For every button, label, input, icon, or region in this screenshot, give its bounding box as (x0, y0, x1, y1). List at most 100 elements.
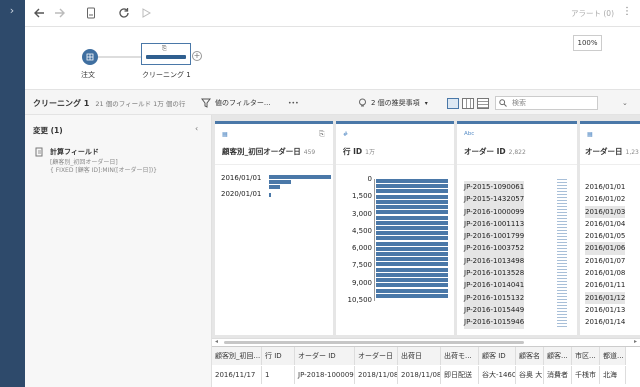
column-header[interactable]: オーダー ID (295, 347, 355, 365)
histogram-bar[interactable] (376, 262, 448, 267)
list-item[interactable]: 2016/01/14 (585, 316, 625, 328)
data-source-icon[interactable] (83, 5, 99, 21)
histogram-bar[interactable] (376, 272, 448, 277)
histogram-bar[interactable] (376, 225, 448, 230)
search-input[interactable]: 検索 (495, 96, 598, 110)
histogram-bar[interactable] (376, 246, 448, 251)
add-step-icon[interactable]: + (192, 51, 202, 61)
list-item[interactable]: 2016/01/13 (585, 304, 625, 316)
filter-values-button[interactable]: 値のフィルター... (201, 90, 271, 116)
column-header[interactable]: 出荷日 (398, 347, 441, 365)
more-options-button[interactable]: ••• (288, 100, 299, 107)
numeric-histogram[interactable]: 0 1,500 3,000 4,500 6,000 7,500 9,000 10,500 (336, 175, 454, 314)
card-menu-icon[interactable]: ⎘ (319, 130, 325, 139)
table-cell[interactable]: 2018/11/08 (355, 366, 398, 384)
list-item[interactable]: JP-2016-1003752 (464, 242, 525, 255)
expand-panel-icon[interactable]: › (5, 4, 19, 18)
column-header[interactable]: 都道... (600, 347, 626, 365)
histogram-bar[interactable] (376, 189, 448, 194)
cleaning-node[interactable]: ⎘ (141, 43, 191, 65)
histogram-bar[interactable] (269, 193, 271, 197)
histogram-bar[interactable] (376, 205, 448, 210)
list-item[interactable]: 2016/01/03 (585, 205, 626, 218)
list-item[interactable]: JP-2016-1013498 (464, 254, 525, 268)
changes-header[interactable]: 変更 (1) (33, 125, 63, 136)
table-cell[interactable]: 2016/11/17 (212, 366, 262, 384)
collapse-pane-icon[interactable]: ‹ (195, 124, 198, 133)
list-item[interactable]: 2016/01/11 (585, 279, 625, 291)
table-cell[interactable]: 即日配送 (441, 366, 479, 384)
back-arrow-icon[interactable] (31, 5, 47, 21)
table-row[interactable]: 2016/11/17 1 JP-2018-1000099 2018/11/08 2018… (212, 366, 626, 384)
forward-arrow-icon[interactable] (52, 5, 68, 21)
histogram-bar[interactable] (376, 283, 448, 288)
histogram-bar[interactable] (376, 220, 448, 225)
histogram-bar[interactable] (376, 215, 448, 220)
orders-node-label[interactable]: 注文 (81, 70, 95, 80)
histogram-bar[interactable] (376, 199, 448, 204)
field-card-order-id[interactable]: Abc オーダー ID 2,822 JP-2015-1090061 JP-2015-… (457, 121, 577, 335)
list-item[interactable]: 2016/01/06 (585, 242, 626, 255)
column-header[interactable]: 顧客別_初回... (212, 347, 262, 365)
list-item[interactable]: JP-2016-1013528 (464, 267, 525, 280)
table-cell[interactable]: 谷大-14605 (479, 366, 516, 384)
table-cell[interactable]: 消費者 (544, 366, 572, 384)
list-item[interactable]: 2016/01/01 (585, 181, 625, 193)
value-list[interactable]: JP-2015-1090061 JP-2015-1432057 JP-2016-10… (464, 181, 525, 329)
table-cell[interactable]: 2018/11/08 (398, 366, 441, 384)
table-cell[interactable]: 1 (262, 366, 295, 384)
list-item[interactable]: 2016/01/04 (585, 218, 625, 230)
collapse-chevron-icon[interactable]: ⌄ (622, 99, 628, 107)
histogram-bar[interactable] (376, 288, 448, 293)
field-card-first-order-date[interactable]: ▦ ⎘ 顧客別_初回オーダー日 459 2016/01/01 2020/01/01 (215, 121, 333, 335)
scroll-right-icon[interactable]: ▸ (634, 338, 637, 345)
list-item[interactable]: JP-2015-1090061 (464, 181, 525, 194)
histogram-bar[interactable] (269, 175, 331, 179)
histogram-bar[interactable] (376, 210, 448, 215)
histogram-bar[interactable] (376, 236, 448, 241)
orders-node-icon[interactable] (82, 49, 98, 65)
scroll-thumb[interactable] (224, 341, 524, 344)
histogram-bar[interactable] (269, 185, 281, 189)
horizontal-scrollbar[interactable]: ◂ ▸ (212, 338, 640, 346)
scroll-left-icon[interactable]: ◂ (215, 338, 218, 345)
list-item[interactable]: JP-2016-1001113 (464, 217, 525, 231)
table-cell[interactable]: 北海 (600, 366, 626, 384)
list-item[interactable]: 2016/01/12 (585, 291, 626, 304)
histogram-bar[interactable] (376, 293, 448, 298)
profile-view-icon[interactable] (447, 97, 459, 109)
column-header[interactable]: 市区... (572, 347, 600, 365)
histogram-bar[interactable] (376, 278, 448, 283)
table-cell[interactable]: 千桟市 (572, 366, 600, 384)
histogram-bar[interactable] (376, 267, 448, 272)
more-menu-icon[interactable]: ⋮ (622, 6, 632, 17)
list-item[interactable]: 2016/01/08 (585, 267, 625, 279)
list-item[interactable]: 2016/01/02 (585, 193, 625, 205)
list-view-icon[interactable] (477, 97, 489, 109)
refresh-icon[interactable] (116, 5, 132, 21)
histogram-bar[interactable] (376, 241, 448, 246)
date-histogram[interactable]: 2016/01/01 2020/01/01 (215, 174, 333, 234)
histogram-bar[interactable] (376, 184, 448, 189)
list-item[interactable]: JP-2016-1015946 (464, 316, 525, 329)
recommendations-button[interactable]: 2 個の推奨事項 ▾ (358, 90, 428, 116)
list-item[interactable]: JP-2016-1000099 (464, 205, 525, 218)
histogram-bar[interactable] (376, 252, 448, 257)
column-header[interactable]: 行 ID (262, 347, 295, 365)
column-header[interactable]: 顧客 ID (479, 347, 516, 365)
change-item[interactable]: 計算フィールド [顧客別_初回オーダー日] { FIXED [顧客 ID]:MI… (35, 147, 205, 177)
column-header[interactable]: 顧客... (544, 347, 572, 365)
list-item[interactable]: JP-2016-1001799 (464, 230, 525, 243)
list-item[interactable]: JP-2015-1432057 (464, 193, 525, 206)
zoom-level[interactable]: 100% (573, 35, 602, 51)
list-item[interactable]: JP-2016-1014041 (464, 279, 525, 292)
field-card-order-date[interactable]: ▦ オーダー日 1,23 2016/01/01 2016/01/02 2016/01/… (580, 121, 640, 335)
table-cell[interactable]: 谷奥 大 (516, 366, 544, 384)
alert-label[interactable]: アラート (0) (571, 8, 614, 19)
histogram-bar[interactable] (269, 180, 291, 184)
value-list[interactable]: 2016/01/01 2016/01/02 2016/01/03 2016/01/04… (585, 181, 626, 329)
list-item[interactable]: 2016/01/07 (585, 255, 625, 267)
histogram-bar[interactable] (376, 257, 448, 262)
histogram-bar[interactable] (376, 194, 448, 199)
table-view-icon[interactable] (462, 97, 474, 109)
